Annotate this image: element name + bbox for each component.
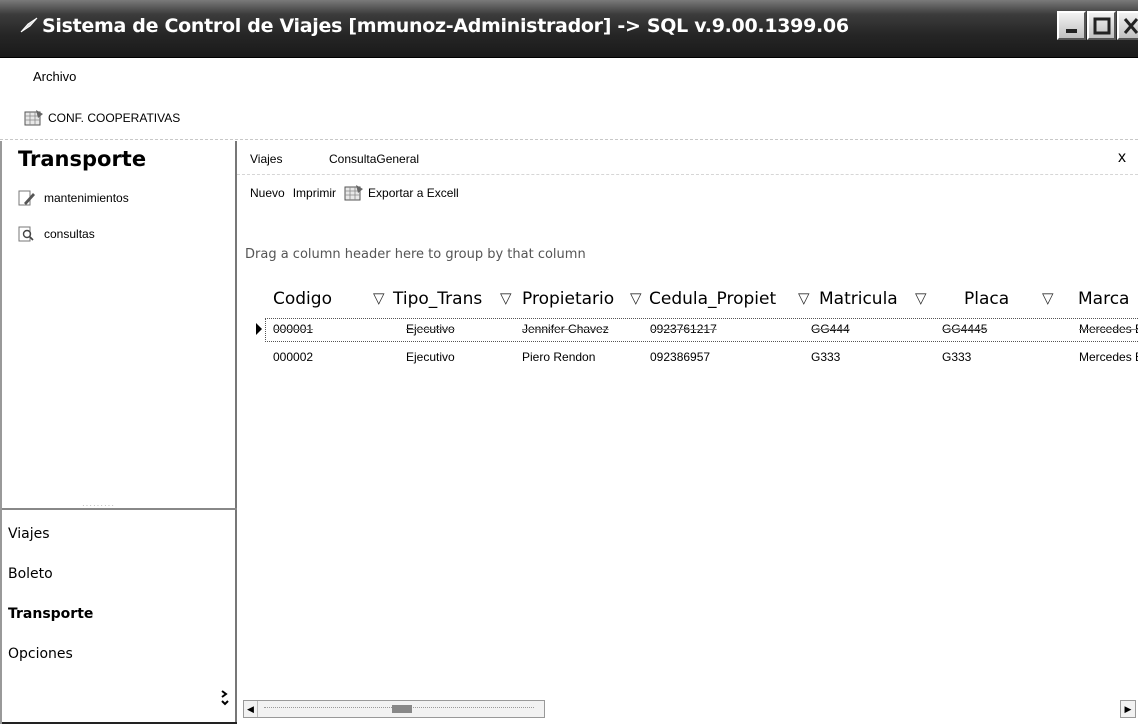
cell-tipo-trans[interactable]: Ejecutivo — [406, 350, 455, 364]
section-viajes[interactable]: Viajes — [8, 526, 50, 542]
cell-placa[interactable]: GG4445 — [942, 322, 987, 336]
exportar-excel-button[interactable]: Exportar a Excell — [344, 184, 459, 202]
conf-cooperativas-label: CONF. COOPERATIVAS — [48, 111, 181, 125]
cell-codigo[interactable]: 000001 — [273, 322, 313, 336]
exportar-excel-label: Exportar a Excell — [368, 186, 459, 200]
cell-propietario[interactable]: Jennifer Chavez — [522, 322, 609, 336]
minimize-icon — [1066, 29, 1077, 33]
cell-marca[interactable]: Mercedes B — [1079, 350, 1138, 364]
horizontal-scrollbar[interactable]: ◀ — [243, 700, 545, 718]
section-boleto[interactable]: Boleto — [8, 566, 53, 582]
filter-icon[interactable]: ▽ — [373, 289, 385, 307]
pane-splitter[interactable] — [2, 508, 237, 510]
excel-export-icon — [344, 185, 364, 201]
table-row[interactable]: 000001 Ejecutivo Jennifer Chavez 0923761… — [237, 318, 1138, 342]
cell-cedula[interactable]: 092386957 — [650, 350, 710, 364]
column-header-codigo[interactable]: Codigo — [273, 289, 332, 309]
filter-icon[interactable]: ▽ — [630, 289, 642, 307]
scroll-left-icon[interactable]: ◀ — [244, 701, 258, 717]
cell-matricula[interactable]: G333 — [811, 350, 840, 364]
cell-cedula[interactable]: 0923761217 — [650, 322, 717, 336]
nav-item-label: mantenimientos — [44, 191, 129, 205]
tab-viajes[interactable]: Viajes — [250, 152, 282, 166]
nav-item-mantenimientos[interactable]: mantenimientos — [18, 189, 129, 207]
nav-pane-header: Transporte — [18, 147, 147, 171]
column-header-propietario[interactable]: Propietario — [522, 289, 614, 309]
toolbar: CONF. COOPERATIVAS — [0, 94, 1138, 140]
cell-placa[interactable]: G333 — [942, 350, 971, 364]
imprimir-button[interactable]: Imprimir — [293, 186, 336, 200]
column-header-marca[interactable]: Marca — [1078, 289, 1129, 309]
scroll-right-icon[interactable]: ▶ — [1120, 700, 1136, 718]
app-icon — [20, 17, 38, 33]
column-header-tipo-trans[interactable]: Tipo_Trans — [393, 289, 482, 309]
window-titlebar[interactable]: Sistema de Control de Viajes [mmunoz-Adm… — [0, 0, 1138, 58]
cell-propietario[interactable]: Piero Rendon — [522, 350, 595, 364]
column-header-matricula[interactable]: Matricula — [819, 289, 898, 309]
nav-item-consultas[interactable]: consultas — [18, 225, 95, 243]
magnifier-document-icon — [18, 226, 34, 242]
nuevo-button[interactable]: Nuevo — [250, 186, 285, 200]
grid-header-row: Codigo ▽ Tipo_Trans ▽ Propietario ▽ Cedu… — [237, 283, 1138, 313]
section-transporte[interactable]: Transporte — [8, 606, 93, 622]
table-row[interactable]: 000002 Ejecutivo Piero Rendon 092386957 … — [237, 346, 1138, 370]
navigation-pane: Transporte mantenimientos consultas ····… — [0, 141, 237, 724]
action-bar: Nuevo Imprimir Exportar a Excell — [237, 181, 459, 205]
cell-matricula[interactable]: GG444 — [811, 322, 850, 336]
pencil-document-icon — [18, 190, 35, 206]
cell-tipo-trans[interactable]: Ejecutivo — [406, 322, 455, 336]
content-area: Viajes ConsultaGeneral x Nuevo Imprimir … — [237, 141, 1138, 724]
close-icon — [1123, 18, 1138, 34]
filter-icon[interactable]: ▽ — [1042, 289, 1054, 307]
nav-item-label: consultas — [44, 227, 95, 241]
filter-icon[interactable]: ▽ — [915, 289, 927, 307]
filter-icon[interactable]: ▽ — [500, 289, 512, 307]
section-opciones[interactable]: Opciones — [8, 646, 73, 662]
cell-codigo[interactable]: 000002 — [273, 350, 313, 364]
cell-marca[interactable]: Mercedes B — [1079, 322, 1138, 336]
window-title: Sistema de Control de Viajes [mmunoz-Adm… — [42, 15, 849, 37]
menu-archivo[interactable]: Archivo — [33, 69, 76, 84]
chevron-more-icon[interactable] — [220, 689, 230, 707]
maximize-button[interactable] — [1087, 11, 1116, 40]
current-row-indicator-icon — [256, 323, 262, 335]
tab-consultageneral[interactable]: ConsultaGeneral — [329, 152, 419, 166]
conf-cooperativas-button[interactable]: CONF. COOPERATIVAS — [24, 106, 180, 130]
scroll-thumb[interactable] — [392, 705, 412, 713]
menu-bar: Archivo — [0, 58, 1138, 94]
maximize-icon — [1093, 17, 1111, 35]
column-header-placa[interactable]: Placa — [964, 289, 1009, 309]
close-tab-icon[interactable]: x — [1118, 149, 1126, 167]
spreadsheet-icon — [24, 110, 43, 126]
close-button[interactable] — [1117, 11, 1138, 40]
column-header-cedula[interactable]: Cedula_Propiet — [649, 289, 776, 309]
group-by-hint[interactable]: Drag a column header here to group by th… — [245, 247, 586, 262]
document-tabs: Viajes ConsultaGeneral x — [237, 141, 1138, 175]
filter-icon[interactable]: ▽ — [798, 289, 810, 307]
minimize-button[interactable] — [1057, 11, 1086, 40]
